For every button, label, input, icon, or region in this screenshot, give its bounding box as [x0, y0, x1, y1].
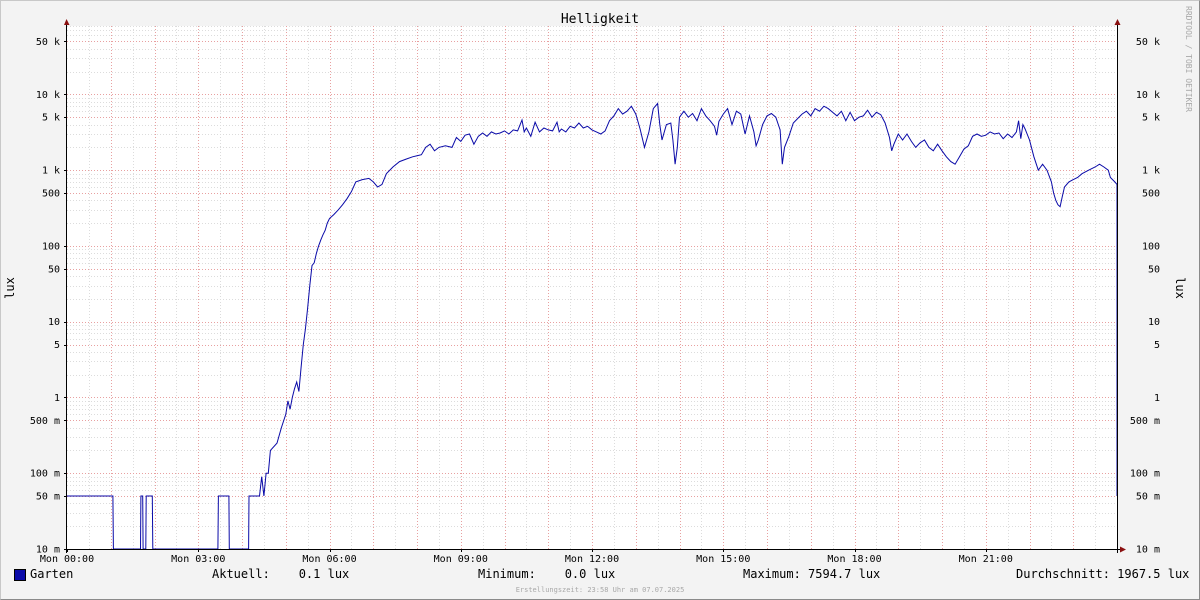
legend-maximum: Maximum: 7594.7 lux [743, 567, 881, 581]
y-tick-label-right: 5 [1154, 340, 1160, 351]
x-tick-label: Mon 12:00 [565, 554, 619, 565]
y-tick-label-right: 10 m [1136, 545, 1160, 556]
y-tick-label-right: 10 [1148, 317, 1160, 328]
y-axis-label-left: lux [3, 277, 17, 299]
y-tick-label-left: 5 [54, 340, 60, 351]
y-tick-label-left: 50 m [36, 492, 60, 503]
x-axis-arrow [1120, 546, 1126, 553]
y-tick-label-left: 10 [48, 317, 60, 328]
y-tick-label-left: 1 [54, 393, 60, 404]
y-tick-label-right: 500 [1142, 188, 1160, 199]
y-axis-left-ticks: 10 m50 m100 m500 m1510501005001 k5 k10 k… [30, 37, 67, 556]
creation-time-footer: Erstellungszeit: 23:58 Uhr am 07.07.2025 [516, 586, 685, 594]
rrdtool-watermark: RRDTOOL / TOBI OETIKER [1184, 6, 1193, 112]
x-tick-label: Mon 00:00 [40, 554, 94, 565]
y-tick-label-right: 100 m [1130, 469, 1160, 480]
y-axis-arrow-right [1114, 19, 1121, 25]
y-tick-label-right: 10 k [1136, 90, 1160, 101]
y-tick-label-left: 5 k [42, 113, 60, 124]
x-axis-ticks: Mon 00:00 Mon 03:00 Mon 06:00 Mon 09:00 Mon … [40, 549, 1013, 565]
legend-average: Durchschnitt: 1967.5 lux [1016, 567, 1190, 581]
x-tick-label: Mon 09:00 [434, 554, 488, 565]
y-tick-label-right: 5 k [1142, 113, 1160, 124]
legend-series-name: Garten [30, 567, 74, 581]
y-axis-label-right: lux [1173, 277, 1187, 299]
y-tick-label-left: 100 m [30, 469, 60, 480]
y-tick-label-left: 1 k [42, 166, 60, 177]
x-tick-label: Mon 06:00 [302, 554, 356, 565]
y-tick-label-right: 50 k [1136, 37, 1160, 48]
y-tick-label-left: 50 k [36, 37, 60, 48]
y-tick-label-left: 500 [42, 188, 60, 199]
legend-current: Aktuell: 0.1 lux [212, 567, 350, 581]
x-tick-label: Mon 21:00 [959, 554, 1013, 565]
y-tick-label-right: 1 k [1142, 166, 1160, 177]
y-axis-right-ticks: 10 m 50 m 100 m 500 m 1 5 10 50 100 500 1 k 5 k 10 k… [1130, 37, 1160, 556]
y-tick-label-right: 100 [1142, 241, 1160, 252]
brightness-chart: 10 m 50 m 100 m 500 m 1 5 10 50 100 500 1 k 5 k 10 k… [3, 6, 1193, 594]
y-tick-label-left: 500 m [30, 416, 60, 427]
x-tick-label: Mon 15:00 [696, 554, 750, 565]
y-tick-label-left: 100 [42, 241, 60, 252]
y-tick-label-right: 50 m [1136, 492, 1160, 503]
y-tick-label-left: 10 k [36, 90, 60, 101]
chart-title: Helligkeit [561, 12, 639, 27]
y-tick-label-left: 50 [48, 264, 60, 275]
x-tick-label: Mon 18:00 [827, 554, 881, 565]
y-tick-label-right: 500 m [1130, 416, 1160, 427]
y-tick-label-right: 50 [1148, 264, 1160, 275]
legend-swatch-garten [14, 569, 26, 581]
y-tick-label-right: 1 [1154, 393, 1160, 404]
y-axis-arrow-left [64, 19, 70, 25]
legend-minimum: Minimum: 0.0 lux [478, 567, 616, 581]
x-tick-label: Mon 03:00 [171, 554, 225, 565]
